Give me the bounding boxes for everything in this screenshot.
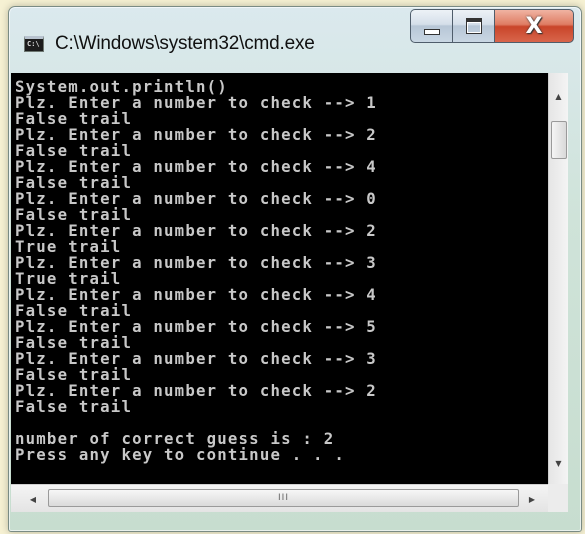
- caption-buttons: X: [410, 9, 574, 43]
- maximize-icon: [465, 18, 482, 34]
- resize-grip-icon[interactable]: [548, 484, 568, 512]
- console-line: False trail: [15, 397, 133, 416]
- close-button[interactable]: X: [494, 9, 574, 43]
- window-title: C:\Windows\system32\cmd.exe: [55, 33, 315, 54]
- horizontal-scroll-thumb[interactable]: III: [48, 489, 519, 507]
- scroll-right-arrow-icon[interactable]: ▶: [524, 491, 540, 507]
- minimize-button[interactable]: [410, 9, 452, 43]
- cmd-app-icon[interactable]: C:\: [24, 36, 44, 52]
- scroll-down-arrow-icon[interactable]: ▼: [549, 454, 568, 472]
- minimize-icon: [423, 29, 440, 35]
- console-text: System.out.println() Plz. Enter a number …: [11, 73, 548, 463]
- maximize-button[interactable]: [452, 9, 494, 43]
- title-bar[interactable]: C:\ C:\Windows\system32\cmd.exe X: [9, 7, 581, 79]
- vertical-scrollbar[interactable]: ▲ ▼: [548, 73, 568, 484]
- console-line: Press any key to continue . . .: [15, 445, 345, 464]
- cmd-icon-label: C:\: [27, 40, 40, 48]
- close-icon: X: [525, 13, 543, 39]
- scroll-left-arrow-icon[interactable]: ◀: [25, 491, 41, 507]
- console-output[interactable]: System.out.println() Plz. Enter a number …: [11, 73, 548, 484]
- grip-icon: III: [278, 493, 289, 503]
- vertical-scroll-thumb[interactable]: [551, 121, 567, 159]
- scroll-up-arrow-icon[interactable]: ▲: [549, 87, 568, 105]
- horizontal-scrollbar[interactable]: ◀ III ▶: [11, 484, 548, 512]
